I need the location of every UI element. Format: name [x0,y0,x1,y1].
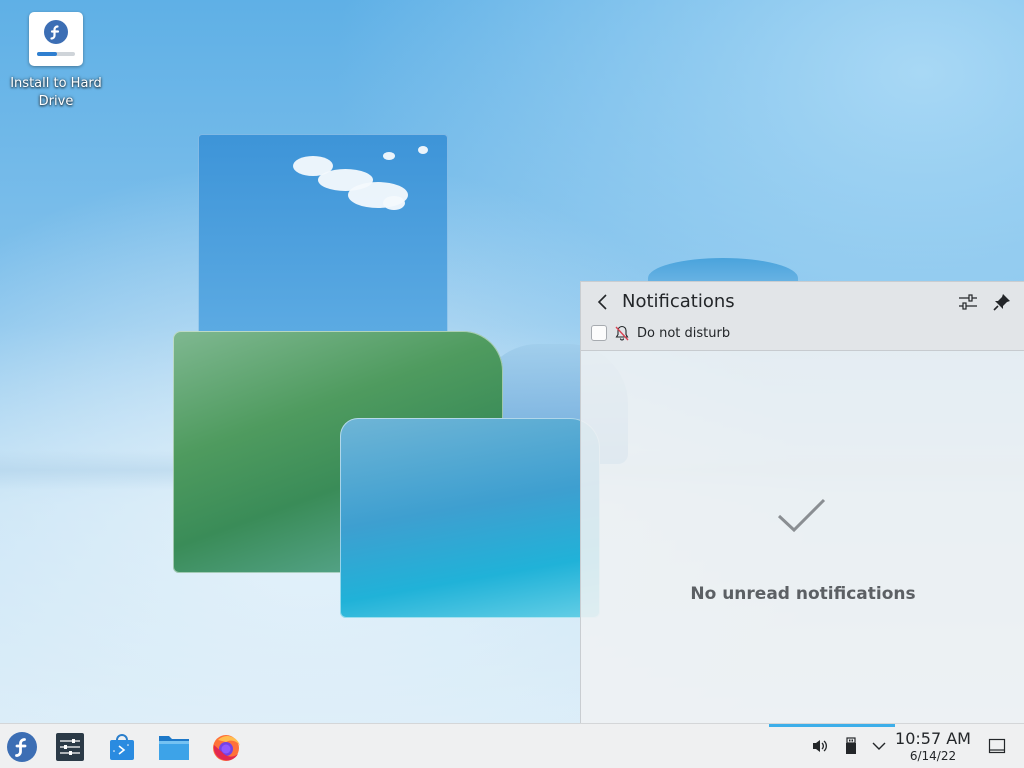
fedora-install-icon [29,12,83,66]
notifications-header: Notifications Do not disturb [581,282,1024,351]
no-notifications-message: No unread notifications [690,584,916,604]
discover-button[interactable] [106,731,138,763]
desktop-icon-label: Install to Hard Drive [10,76,102,109]
do-not-disturb-label[interactable]: Do not disturb [637,326,730,341]
taskbar: 10:57 AM 6/14/22 [0,723,1024,768]
firefox-icon [213,735,240,761]
show-desktop-button[interactable] [988,737,1006,755]
show-hidden-icons-button[interactable] [869,736,889,756]
volume-button[interactable] [810,736,830,756]
pin-button[interactable] [991,291,1013,313]
show-desktop-icon [988,738,1006,754]
device-notifier-button[interactable] [841,736,861,756]
desktop-icon-install[interactable]: Install to Hard Drive [8,12,104,111]
chevron-down-icon [872,742,886,750]
volume-icon [813,740,827,752]
checkmark-icon [777,496,827,536]
clock-time[interactable]: 10:57 AM [890,730,976,748]
back-button[interactable] [591,290,615,314]
pin-icon [993,294,1010,311]
software-store-icon [110,734,134,760]
removable-device-icon [846,737,856,754]
dolphin-button[interactable] [158,731,190,763]
notifications-panel: Notifications Do not disturb No unread n… [580,281,1024,724]
system-settings-button[interactable] [54,731,86,763]
configure-notifications-button[interactable] [957,291,979,313]
clock-date[interactable]: 6/14/22 [890,749,976,763]
application-launcher-button[interactable] [6,731,38,763]
active-applet-indicator [769,724,895,727]
firefox-button[interactable] [210,731,242,763]
notifications-title: Notifications [622,291,735,312]
file-manager-folder-icon [159,736,189,760]
fedora-logo-icon [7,732,37,762]
bell-off-icon [613,324,631,342]
do-not-disturb-checkbox[interactable] [591,325,607,341]
settings-sliders-icon [959,294,977,310]
settings-sliders-icon [56,733,84,761]
chevron-left-icon [597,294,607,310]
wallpaper-cyan-folder [340,418,600,618]
